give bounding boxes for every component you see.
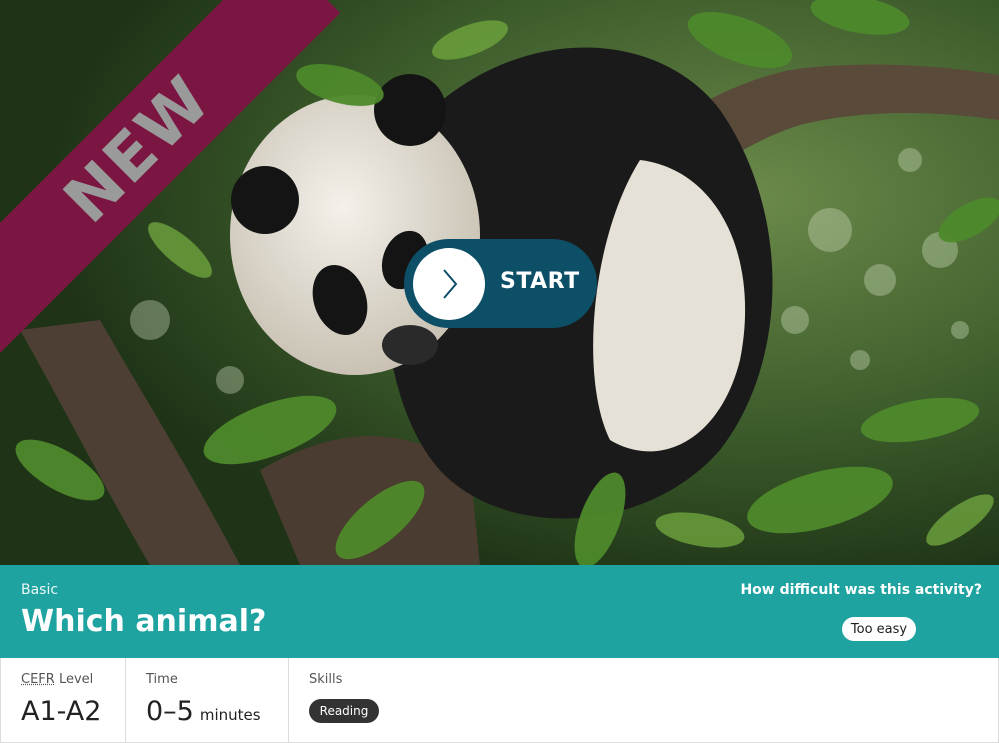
activity-hero: NEW START [0, 0, 999, 565]
skill-tag-reading: Reading [309, 699, 379, 723]
time-label: Time [146, 672, 178, 687]
start-button[interactable]: START [404, 239, 597, 328]
skills-label: Skills [309, 672, 343, 687]
activity-meta: CEFR Level A1-A2 Time 0–5 minutes Skills … [0, 658, 999, 743]
new-badge-text: NEW [50, 62, 226, 238]
cefr-level-label: CEFR Level [21, 672, 93, 687]
difficulty-rating-button[interactable]: Too easy [842, 617, 916, 641]
start-circle [413, 248, 485, 320]
cefr-abbreviation: CEFR [21, 672, 55, 687]
time-column: Time 0–5 minutes [126, 658, 289, 742]
chevron-right-icon [443, 269, 458, 299]
start-label: START [500, 269, 580, 294]
activity-level: Basic [21, 582, 59, 598]
time-range: 0–5 [146, 696, 194, 727]
time-value: 0–5 minutes [146, 696, 261, 727]
skills-column: Skills Reading [289, 658, 589, 742]
level-word: Level [58, 672, 94, 687]
activity-title: Which animal? [21, 604, 267, 639]
cefr-level-column: CEFR Level A1-A2 [1, 658, 126, 742]
difficulty-question: How difficult was this activity? [740, 582, 982, 598]
new-ribbon: NEW [0, 0, 360, 360]
time-unit: minutes [199, 706, 261, 724]
cefr-level-value: A1-A2 [21, 696, 102, 727]
